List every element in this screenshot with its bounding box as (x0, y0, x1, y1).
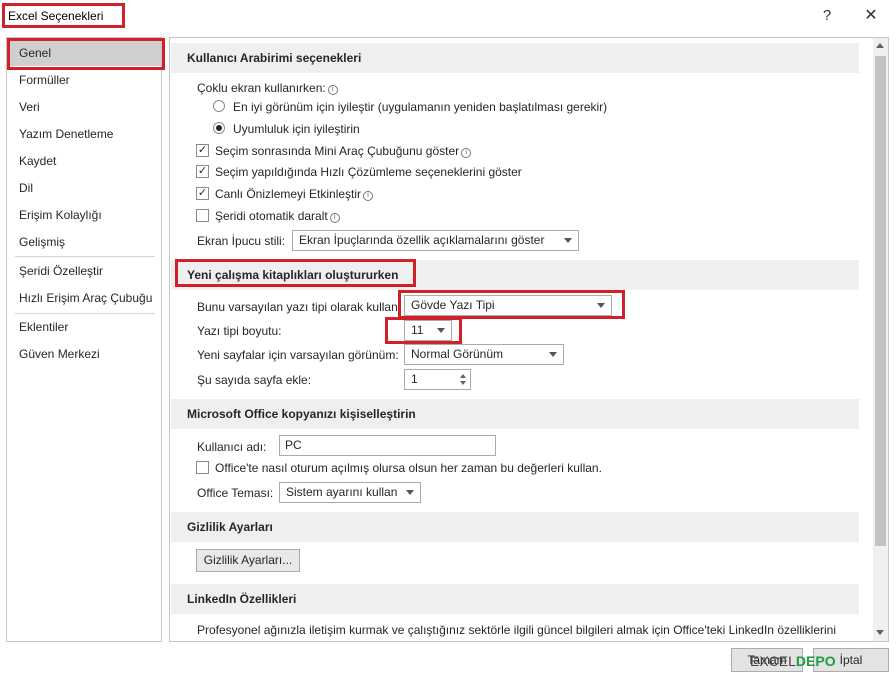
radio-compatibility-label[interactable]: Uyumluluk için iyileştirin (233, 122, 360, 136)
sidebar-item-seridi-ozellestir[interactable]: Şeridi Özelleştir (7, 258, 161, 284)
content-scrollbar[interactable] (873, 38, 888, 641)
office-theme-dropdown[interactable]: Sistem ayarını kullan (279, 482, 421, 503)
sidebar-item-hizli-erisim[interactable]: Hızlı Erişim Araç Çubuğu (7, 285, 161, 311)
always-use-checkbox[interactable] (196, 461, 209, 474)
mini-toolbar-checkbox[interactable]: ✓ (196, 144, 209, 157)
default-font-label: Bunu varsayılan yazı tipi olarak kullan: (197, 300, 402, 314)
info-icon: i (363, 191, 374, 201)
sidebar-item-dil[interactable]: Dil (7, 175, 161, 201)
username-label: Kullanıcı adı: (197, 440, 267, 454)
watermark-logo: EXCELDEPO (750, 653, 836, 669)
screentip-style-label: Ekran İpucu stili: (197, 234, 286, 248)
scroll-up-icon[interactable] (876, 43, 884, 48)
chevron-down-icon (549, 352, 557, 357)
default-view-label: Yeni sayfalar için varsayılan görünüm: (197, 348, 399, 362)
sidebar-nav: Genel Formüller Veri Yazım Denetleme Kay… (6, 37, 162, 642)
section-header-privacy: Gizlilik Ayarları (171, 512, 859, 542)
username-input[interactable]: PC (279, 435, 496, 456)
sidebar-item-eklentiler[interactable]: Eklentiler (7, 314, 161, 340)
new-workbook-annotation-box (175, 259, 416, 287)
scroll-thumb[interactable] (875, 56, 886, 546)
default-view-dropdown[interactable]: Normal Görünüm (404, 344, 564, 365)
spin-up-icon[interactable] (460, 374, 466, 378)
section-header-personalize: Microsoft Office kopyanızı kişiselleştir… (171, 399, 859, 429)
info-icon: i (327, 85, 338, 95)
live-preview-checkbox[interactable]: ✓ (196, 187, 209, 200)
spin-down-icon[interactable] (460, 381, 466, 385)
sidebar-item-gelismis[interactable]: Gelişmiş (7, 229, 161, 255)
options-content: Kullanıcı Arabirimi seçenekleri Çoklu ek… (169, 37, 889, 642)
sidebar-annotation-box (7, 38, 165, 70)
help-button[interactable]: ? (815, 4, 839, 28)
font-size-label: Yazı tipi boyutu: (197, 324, 282, 338)
radio-best-appearance[interactable] (213, 100, 225, 112)
sheet-count-label: Şu sayıda sayfa ekle: (197, 373, 312, 387)
sidebar-item-formuller[interactable]: Formüller (7, 67, 161, 93)
quick-analysis-checkbox[interactable]: ✓ (196, 165, 209, 178)
office-theme-label: Office Teması: (197, 486, 274, 500)
chevron-down-icon (564, 238, 572, 243)
radio-compatibility[interactable] (213, 122, 225, 134)
sidebar-divider (15, 256, 155, 257)
radio-best-appearance-label[interactable]: En iyi görünüm için iyileştir (uygulaman… (233, 100, 607, 114)
section-header-ui: Kullanıcı Arabirimi seçenekleri (171, 43, 859, 73)
privacy-settings-button[interactable]: Gizlilik Ayarları... (196, 549, 300, 572)
multi-screen-label: Çoklu ekran kullanırken: i (197, 81, 338, 95)
close-button[interactable]: ✕ (857, 4, 885, 28)
info-icon: i (329, 213, 340, 223)
default-view-value: Normal Görünüm (411, 347, 504, 361)
sidebar-item-yazim-denetleme[interactable]: Yazım Denetleme (7, 121, 161, 147)
collapse-ribbon-label[interactable]: Şeridi otomatik daralt i (215, 209, 340, 223)
sheet-count-spinner[interactable]: 1 (404, 369, 471, 390)
section-header-linkedin: LinkedIn Özellikleri (171, 584, 859, 614)
sidebar-item-kaydet[interactable]: Kaydet (7, 148, 161, 174)
info-icon: i (461, 148, 472, 158)
title-bar: Excel Seçenekleri ? ✕ (0, 0, 896, 32)
font-size-annotation-box (385, 317, 462, 344)
sidebar-item-veri[interactable]: Veri (7, 94, 161, 120)
title-annotation-box (2, 3, 125, 28)
always-use-label[interactable]: Office'te nasıl oturum açılmış olursa ol… (215, 461, 602, 475)
scroll-down-icon[interactable] (876, 630, 884, 635)
linkedin-description: Profesyonel ağınızla iletişim kurmak ve … (197, 623, 837, 641)
quick-analysis-label[interactable]: Seçim yapıldığında Hızlı Çözümleme seçen… (215, 165, 522, 179)
sidebar-item-guven-merkezi[interactable]: Güven Merkezi (7, 341, 161, 367)
office-theme-value: Sistem ayarını kullan (286, 485, 398, 499)
sheet-count-value: 1 (411, 372, 418, 386)
collapse-ribbon-checkbox[interactable] (196, 209, 209, 222)
sidebar-item-erisim-kolayligi[interactable]: Erişim Kolaylığı (7, 202, 161, 228)
screentip-style-value: Ekran İpuçlarında özellik açıklamalarını… (299, 233, 545, 247)
screentip-style-dropdown[interactable]: Ekran İpuçlarında özellik açıklamalarını… (292, 230, 579, 251)
mini-toolbar-label[interactable]: Seçim sonrasında Mini Araç Çubuğunu göst… (215, 144, 472, 158)
default-font-annotation-box (398, 290, 625, 319)
chevron-down-icon (406, 490, 414, 495)
live-preview-label[interactable]: Canlı Önizlemeyi Etkinleştir i (215, 187, 374, 201)
